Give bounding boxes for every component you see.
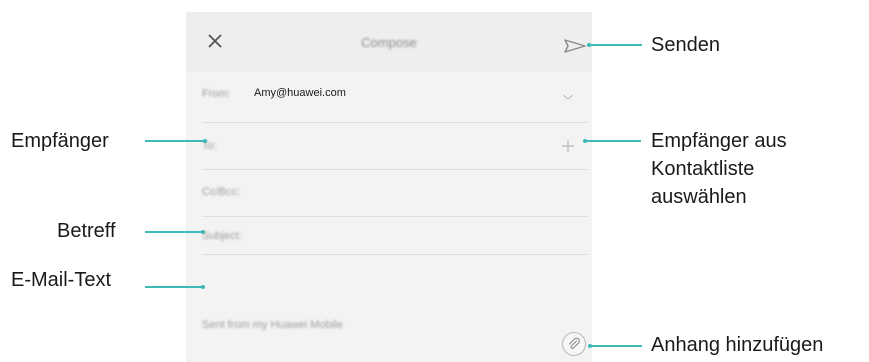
- plus-icon[interactable]: [562, 140, 574, 152]
- callout-line: [145, 231, 203, 233]
- ccbcc-label: Cc/Bcc:: [202, 186, 240, 198]
- from-value: Amy@huawei.com: [254, 87, 346, 99]
- compose-screen: Compose From: Amy@huawei.com To: Cc/Bcc:…: [186, 12, 592, 362]
- signature-text: Sent from my Huawei Mobile: [202, 319, 343, 331]
- callout-attach: Anhang hinzufügen: [651, 334, 824, 356]
- callout-body: E-Mail-Text: [11, 269, 112, 291]
- body-textarea[interactable]: [186, 255, 592, 362]
- callout-recipient-contacts-line2: Kontaktliste: [651, 158, 755, 180]
- ccbcc-field[interactable]: Cc/Bcc:: [186, 170, 592, 216]
- attach-button[interactable]: [562, 332, 586, 356]
- chevron-down-icon[interactable]: [561, 92, 575, 102]
- callout-line: [585, 140, 641, 142]
- send-icon[interactable]: [563, 38, 587, 54]
- callout-recipient: Empfänger: [11, 130, 109, 152]
- callout-dot: [201, 285, 205, 289]
- callout-recipient-contacts: Empfänger aus Kontaktliste auswählen: [651, 127, 787, 211]
- to-field[interactable]: To:: [186, 123, 592, 169]
- callout-recipient-contacts-line1: Empfänger aus: [651, 130, 787, 152]
- compose-toolbar: Compose: [186, 12, 592, 72]
- subject-label: Subject:: [202, 230, 242, 242]
- callout-line: [145, 286, 203, 288]
- paperclip-icon: [568, 337, 580, 349]
- page-title: Compose: [361, 35, 417, 50]
- callout-dot: [201, 230, 205, 234]
- from-label: From:: [202, 88, 231, 100]
- from-row[interactable]: From: Amy@huawei.com: [186, 72, 592, 122]
- callout-line: [589, 44, 642, 46]
- callout-recipient-contacts-line3: auswählen: [651, 186, 747, 208]
- callout-line: [590, 345, 642, 347]
- callout-dot: [203, 139, 207, 143]
- callout-line: [145, 140, 205, 142]
- callout-send: Senden: [651, 34, 720, 56]
- callout-subject: Betreff: [57, 220, 116, 242]
